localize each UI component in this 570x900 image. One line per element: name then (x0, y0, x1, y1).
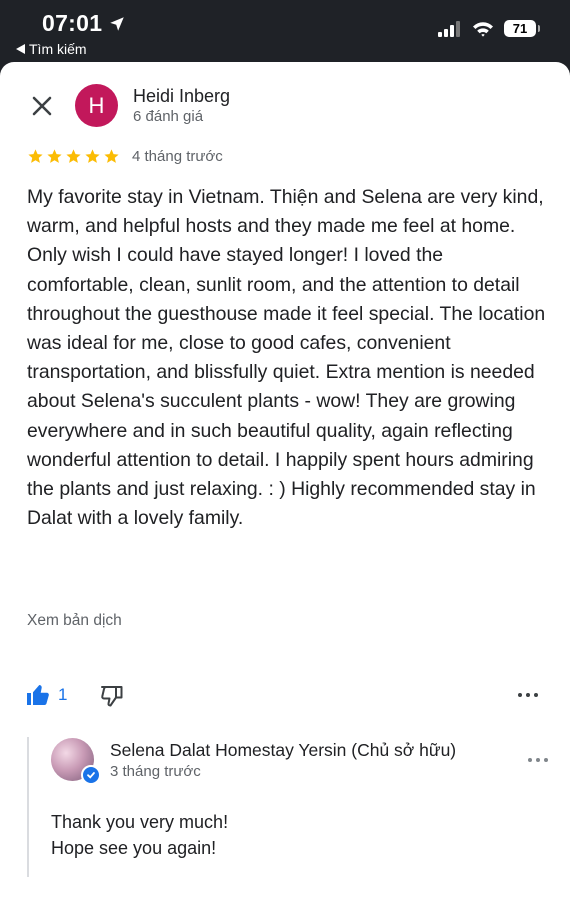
star-icon (85, 149, 100, 163)
thumbs-up-icon (27, 685, 49, 705)
star-icon (28, 149, 43, 163)
owner-reply-date: 3 tháng trước (110, 763, 201, 780)
owner-reply-line: Hope see you again! (51, 838, 217, 858)
close-button[interactable] (28, 92, 56, 120)
dot-icon (544, 758, 548, 762)
review-text: My favorite stay in Vietnam. Thiện and S… (27, 186, 546, 530)
dot-icon (534, 693, 538, 697)
dot-icon (518, 693, 522, 697)
status-bar: 07:01 Tìm kiếm 71 (0, 0, 570, 64)
like-button[interactable]: 1 (26, 683, 67, 707)
back-triangle-icon (16, 44, 25, 54)
dislike-button[interactable] (100, 684, 124, 713)
verified-badge (81, 765, 101, 785)
close-icon (32, 96, 52, 116)
review-actions: 1 (26, 683, 546, 711)
reviewer-review-count: 6 đánh giá (133, 108, 204, 125)
system-icons: 71 (438, 20, 540, 37)
signal-icon (438, 20, 460, 37)
reply-divider (27, 737, 29, 877)
star-icon (47, 149, 62, 163)
back-to-search[interactable]: Tìm kiếm (16, 41, 87, 57)
review-date: 4 tháng trước (132, 148, 223, 165)
star-icon (104, 149, 119, 163)
owner-name[interactable]: Selena Dalat Homestay Yersin (Chủ sở hữu… (110, 740, 456, 761)
owner-reply-text: Thank you very much! Hope see you again! (51, 809, 228, 861)
dot-icon (526, 693, 530, 697)
dot-icon (528, 758, 532, 762)
see-translation-link[interactable]: Xem bản dịch (27, 612, 122, 630)
wifi-icon (473, 21, 493, 37)
battery-level: 71 (512, 21, 528, 36)
owner-reply-more-options[interactable] (528, 758, 548, 762)
review-more-options[interactable] (518, 693, 538, 697)
reviewer-avatar[interactable]: H (75, 84, 118, 127)
rating-row: 4 tháng trước (27, 148, 223, 165)
reviewer-name[interactable]: Heidi Inberg (133, 86, 230, 107)
check-icon (87, 772, 95, 779)
like-count: 1 (58, 685, 68, 704)
status-time: 07:01 (42, 10, 126, 37)
owner-reply-line: Thank you very much! (51, 812, 229, 832)
back-to-search-label: Tìm kiếm (29, 41, 87, 57)
dot-icon (536, 758, 540, 762)
location-arrow-icon (110, 16, 125, 31)
clock: 07:01 (42, 10, 103, 36)
star-icon (66, 149, 81, 163)
reviewer-avatar-letter: H (88, 92, 105, 118)
battery-indicator: 71 (504, 20, 540, 37)
thumbs-down-icon (101, 686, 123, 707)
